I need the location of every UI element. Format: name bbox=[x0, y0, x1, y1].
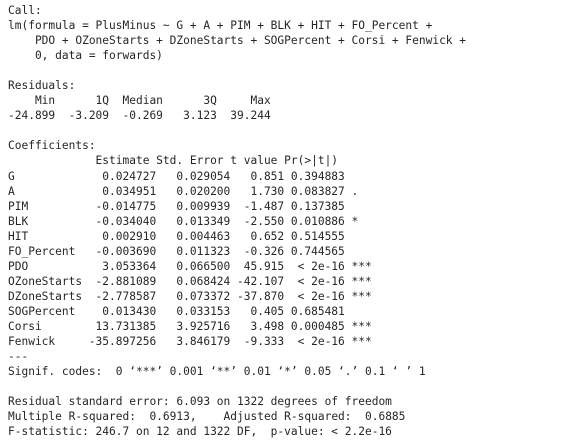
f-statistic-line: F-statistic: 246.7 on 12 and 1322 DF, p-… bbox=[8, 425, 392, 439]
coefficient-row-pdo: PDO 3.053364 0.066500 45.915 < 2e-16 *** bbox=[8, 259, 372, 273]
coefficient-row-g: G 0.024727 0.029054 0.851 0.394883 bbox=[8, 169, 372, 183]
coefficient-row-dzonestarts: DZoneStarts -2.778587 0.073372 -37.870 <… bbox=[8, 289, 372, 303]
residuals-column-headers: Min 1Q Median 3Q Max bbox=[8, 94, 278, 108]
coefficient-row-corsi: Corsi 13.731385 3.925716 3.498 0.000485 … bbox=[8, 319, 372, 333]
residuals-header: Residuals: bbox=[8, 79, 76, 93]
r-squared-line: Multiple R-squared: 0.6913, Adjusted R-s… bbox=[8, 410, 413, 424]
coefficient-row-pim: PIM -0.014775 0.009939 -1.487 0.137385 bbox=[8, 199, 372, 213]
coefficient-row-ozonestarts: OZoneStarts -2.881089 0.068424 -42.107 <… bbox=[8, 274, 372, 288]
r-console-output: Call: lm(formula = PlusMinus ~ G + A + PI… bbox=[0, 0, 583, 446]
coefficient-row-a: A 0.034951 0.020200 1.730 0.083827 . bbox=[8, 184, 372, 198]
call-header: Call: bbox=[8, 4, 42, 17]
coefficient-row-blk: BLK -0.034040 0.013349 -2.550 0.010886 * bbox=[8, 214, 372, 228]
residual-standard-error-line: Residual standard error: 6.093 on 1322 d… bbox=[8, 395, 392, 409]
coefficient-row-sogpercent: SOGPercent 0.013430 0.033153 0.405 0.685… bbox=[8, 304, 372, 318]
coefficient-row-hit: HIT 0.002910 0.004463 0.652 0.514555 bbox=[8, 229, 372, 243]
coefficient-row-fo-percent: FO_Percent -0.003690 0.011323 -0.326 0.7… bbox=[8, 244, 372, 258]
signif-codes-line: Signif. codes: 0 ‘***’ 0.001 ‘**’ 0.01 ‘… bbox=[8, 365, 426, 379]
regression-summary-text: Call: lm(formula = PlusMinus ~ G + A + PI… bbox=[8, 3, 473, 439]
call-formula-line-1: lm(formula = PlusMinus ~ G + A + PIM + B… bbox=[8, 19, 440, 33]
separator-line: --- bbox=[8, 350, 29, 364]
coefficients-header: Coefficients: bbox=[8, 139, 96, 153]
call-formula-line-3: 0, data = forwards) bbox=[8, 49, 163, 63]
coefficient-row-fenwick: Fenwick -35.897256 3.846179 -9.333 < 2e-… bbox=[8, 335, 372, 349]
call-formula-line-2: PDO + OZoneStarts + DZoneStarts + SOGPer… bbox=[8, 34, 473, 48]
coefficients-column-headers: Estimate Std. Error t value Pr(>|t|) bbox=[8, 154, 365, 168]
residuals-values: -24.899 -3.209 -0.269 3.123 39.244 bbox=[8, 109, 278, 123]
